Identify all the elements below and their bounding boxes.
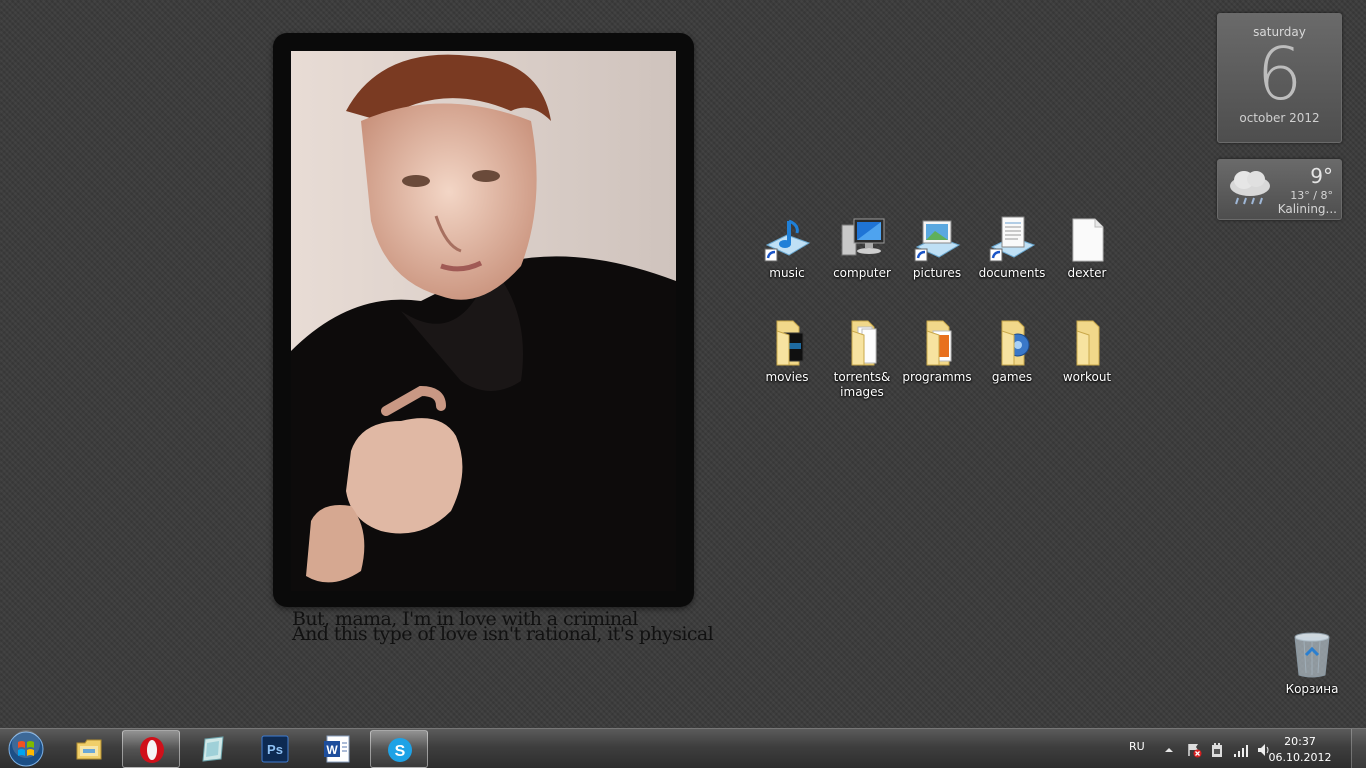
documents-shortcut-icon [988, 215, 1036, 263]
pictures-shortcut-icon [913, 215, 961, 263]
taskbar-skype-button[interactable]: S [370, 730, 428, 768]
desktop-icon-programms[interactable]: programms [900, 319, 974, 385]
taskbar-notes-button[interactable] [184, 730, 242, 768]
photo-frame [273, 33, 694, 607]
taskbar: Ps W S RU 20:37 06.10.2012 [0, 728, 1366, 768]
word-icon-text: W [326, 743, 338, 757]
desktop-icon-label: movies [765, 370, 809, 384]
word-icon: W [323, 735, 351, 763]
windows-orb-icon [8, 730, 44, 767]
recycle-bin-icon [1288, 631, 1336, 679]
show-desktop-button[interactable] [1351, 729, 1366, 768]
power-plug-icon[interactable] [1209, 742, 1225, 758]
opera-icon [138, 736, 166, 764]
desktop-icon-label: dexter [1067, 266, 1107, 280]
notes-icon [199, 735, 227, 763]
weather-temperature: 9° [1310, 164, 1333, 188]
skype-icon: S [386, 736, 414, 764]
taskbar-opera-button[interactable] [122, 730, 180, 768]
desktop-icon-label: Корзина [1285, 682, 1339, 696]
network-signal-icon[interactable] [1233, 742, 1249, 758]
folder-icon [1063, 319, 1111, 367]
weather-range: 13° / 8° [1290, 189, 1333, 202]
calendar-month-year: october 2012 [1239, 111, 1320, 125]
folder-icon [763, 319, 811, 367]
desktop-icon-music[interactable]: music [750, 215, 824, 281]
desktop-icon-label: games [991, 370, 1033, 384]
taskbar-photoshop-button[interactable]: Ps [246, 730, 304, 768]
calendar-day-number: 6 [1256, 32, 1303, 116]
desktop-icon-label: torrents& images [833, 370, 891, 399]
desktop-icon-label: computer [833, 266, 891, 280]
weather-city: Kalining... [1277, 202, 1337, 216]
taskbar-explorer-button[interactable] [60, 730, 118, 768]
photoshop-icon-text: Ps [267, 742, 283, 757]
portrait-illustration [291, 51, 676, 591]
desktop-icon-dexter[interactable]: dexter [1050, 215, 1124, 281]
desktop-icon-label: music [769, 266, 805, 280]
file-icon [1063, 215, 1111, 263]
clock-time: 20:37 [1284, 735, 1316, 748]
weather-gadget[interactable]: 9° 13° / 8° Kalining... [1217, 159, 1342, 220]
desktop-icon-workout[interactable]: workout [1050, 319, 1124, 385]
desktop-icon-torrents-images[interactable]: torrents& images [825, 319, 899, 400]
taskbar-word-button[interactable]: W [308, 730, 366, 768]
clock[interactable]: 20:37 06.10.2012 [1264, 734, 1336, 766]
folder-icon [838, 319, 886, 367]
music-shortcut-icon [763, 215, 811, 263]
portrait-photo [291, 51, 676, 591]
desktop-icon-documents[interactable]: documents [975, 215, 1049, 281]
desktop-icon-computer[interactable]: computer [825, 215, 899, 281]
rain-cloud-icon [1226, 168, 1274, 212]
desktop-icon-label: documents [978, 266, 1046, 280]
system-tray: RU 20:37 06.10.2012 [1106, 729, 1366, 768]
desktop-icon-games[interactable]: games [975, 319, 1049, 385]
desktop-icon-recycle-bin[interactable]: Корзина [1275, 631, 1349, 697]
desktop-icon-label: pictures [912, 266, 962, 280]
clock-date: 06.10.2012 [1268, 751, 1332, 764]
action-center-warning-icon[interactable] [1186, 742, 1202, 758]
desktop-icon-movies[interactable]: movies [750, 319, 824, 385]
desktop-icon-label: workout [1062, 370, 1112, 384]
desktop-icon-pictures[interactable]: pictures [900, 215, 974, 281]
calendar-gadget[interactable]: saturday 6 october 2012 [1217, 13, 1342, 143]
folder-icon [913, 319, 961, 367]
start-button[interactable] [6, 730, 46, 768]
language-indicator[interactable]: RU [1129, 740, 1145, 753]
folder-icon [988, 319, 1036, 367]
lyrics-text: But, mama, I'm in love with a criminal A… [292, 610, 714, 645]
computer-icon [838, 215, 886, 263]
skype-icon-text: S [395, 743, 406, 760]
desktop-icon-label: programms [902, 370, 972, 384]
show-hidden-icons-icon[interactable] [1161, 742, 1177, 758]
photoshop-icon: Ps [261, 735, 289, 763]
explorer-icon [75, 735, 103, 763]
lyrics-line-2: And this type of love isn't rational, it… [292, 623, 714, 645]
